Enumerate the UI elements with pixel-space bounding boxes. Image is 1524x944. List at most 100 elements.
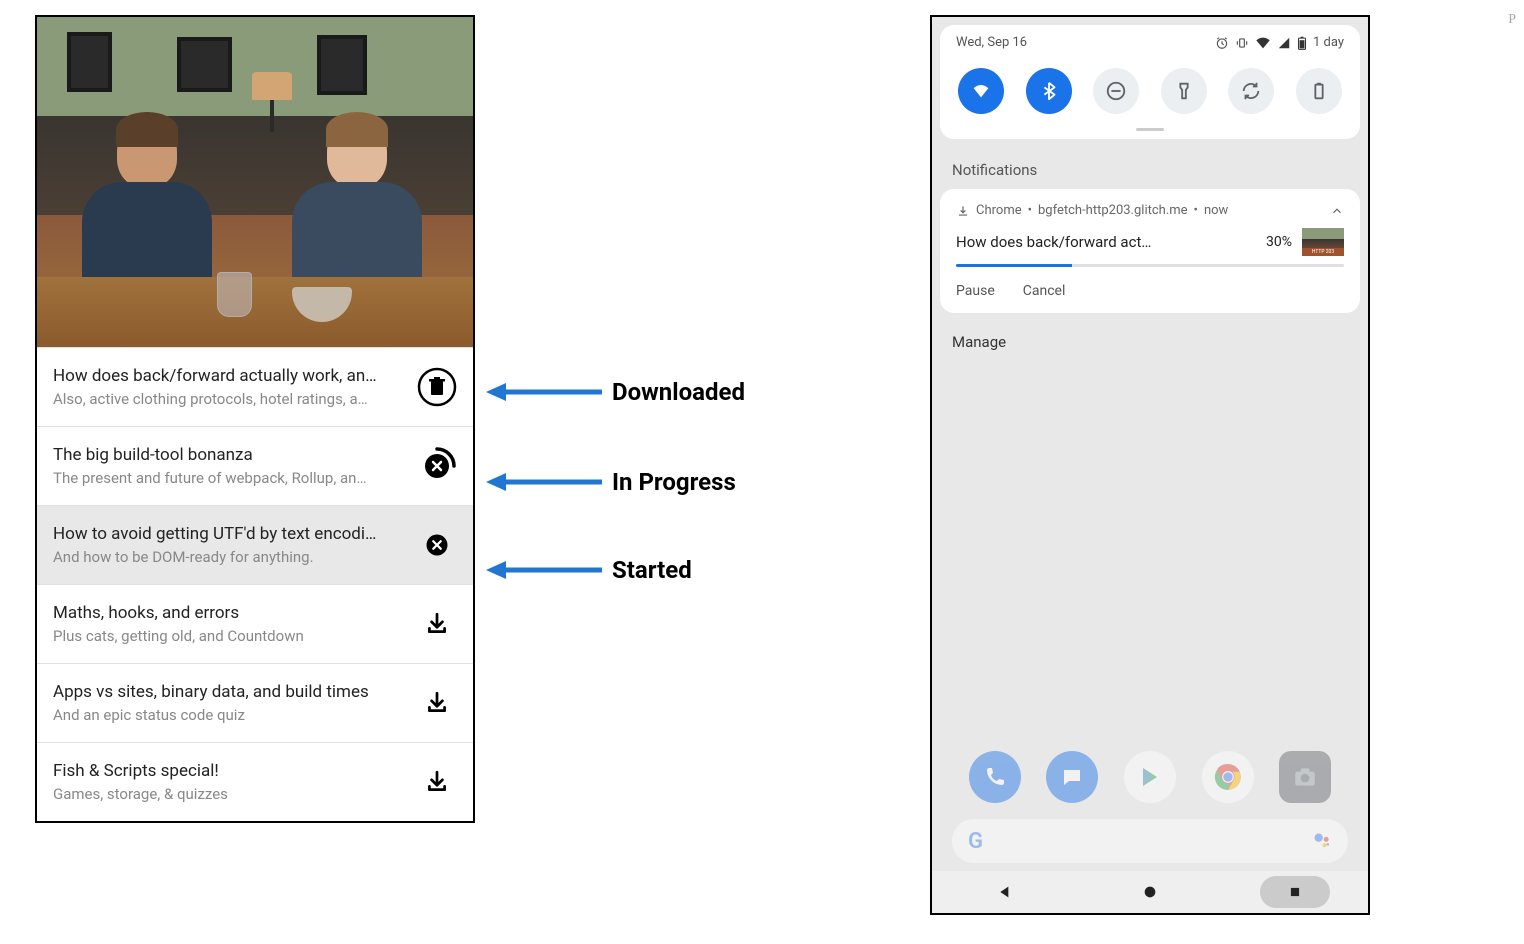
episode-title: How does back/forward actually work, an… (53, 366, 405, 386)
episode-subtitle: The present and future of webpack, Rollu… (53, 469, 405, 487)
cancel-download-button[interactable] (417, 525, 457, 565)
status-bar: Wed, Sep 16 1 day (956, 35, 1344, 50)
triangle-back-icon (997, 884, 1013, 900)
download-button[interactable] (417, 683, 457, 723)
pause-action[interactable]: Pause (956, 283, 995, 299)
messages-app-icon[interactable] (1046, 751, 1098, 803)
download-notification[interactable]: Chrome • bgfetch-http203.glitch.me • now… (940, 189, 1360, 313)
notification-percent: 30% (1266, 234, 1292, 250)
search-bar[interactable]: G (952, 819, 1348, 863)
download-icon (424, 611, 450, 637)
signal-icon (1277, 36, 1291, 50)
download-icon (424, 769, 450, 795)
phone-icon (983, 765, 1007, 789)
dnd-toggle[interactable] (1093, 68, 1139, 114)
episode-title: The big build-tool bonanza (53, 445, 405, 465)
episode-row[interactable]: Fish & Scripts special! Games, storage, … (37, 742, 473, 821)
wall-art-icon (177, 37, 232, 92)
square-recents-icon (1288, 885, 1302, 899)
wall-art-icon (317, 35, 367, 95)
chevron-up-icon[interactable] (1330, 204, 1344, 218)
annotation-label: Downloaded (612, 378, 745, 406)
battery-saver-toggle[interactable] (1296, 68, 1342, 114)
chrome-icon (1214, 763, 1242, 791)
annotation-downloaded: Downloaded (484, 378, 745, 406)
person-illustration (287, 117, 427, 297)
flashlight-icon (1173, 80, 1195, 102)
progress-fill (956, 264, 1072, 267)
bowl-icon (292, 287, 352, 322)
cancel-download-button[interactable] (417, 446, 457, 486)
google-g-icon: G (968, 829, 983, 854)
episode-subtitle: Also, active clothing protocols, hotel r… (53, 390, 405, 408)
episode-row[interactable]: Apps vs sites, binary data, and build ti… (37, 663, 473, 742)
cancel-icon (422, 530, 452, 560)
message-icon (1060, 765, 1084, 789)
wall-art-icon (67, 32, 112, 92)
cancel-action[interactable]: Cancel (1023, 283, 1066, 299)
episode-subtitle: Games, storage, & quizzes (53, 785, 405, 803)
annotation-label: Started (612, 556, 692, 584)
vibrate-icon (1235, 36, 1249, 50)
episode-row[interactable]: How does back/forward actually work, an…… (37, 347, 473, 426)
home-button[interactable] (1115, 876, 1185, 908)
progress-bar (956, 264, 1344, 267)
episode-row[interactable]: The big build-tool bonanza The present a… (37, 426, 473, 505)
episode-title: How to avoid getting UTF'd by text encod… (53, 524, 405, 544)
download-button[interactable] (417, 762, 457, 802)
separator-dot: • (1028, 203, 1032, 218)
annotation-in-progress: In Progress (484, 468, 736, 496)
progress-cancel-icon (417, 446, 457, 486)
person-illustration (77, 117, 217, 297)
episode-row[interactable]: Maths, hooks, and errors Plus cats, gett… (37, 584, 473, 663)
arrow-left-icon (484, 556, 604, 584)
arrow-left-icon (484, 468, 604, 496)
delete-download-button[interactable] (417, 367, 457, 407)
page-crop-indicator: P (1508, 12, 1516, 28)
episode-subtitle: And how to be DOM-ready for anything. (53, 548, 405, 566)
play-store-app-icon[interactable] (1124, 751, 1176, 803)
bluetooth-icon (1038, 80, 1060, 102)
drag-handle[interactable] (1136, 128, 1164, 131)
download-button[interactable] (417, 604, 457, 644)
episode-subtitle: Plus cats, getting old, and Countdown (53, 627, 405, 645)
battery-icon (1297, 36, 1307, 50)
wifi-icon (970, 80, 992, 102)
rotate-icon (1240, 80, 1262, 102)
episode-subtitle: And an epic status code quiz (53, 706, 405, 724)
android-screenshot-right: Wed, Sep 16 1 day (930, 15, 1370, 915)
notification-time: now (1204, 203, 1228, 218)
back-button[interactable] (970, 876, 1040, 908)
notifications-heading: Notifications (932, 147, 1368, 189)
manage-notifications-link[interactable]: Manage (932, 313, 1368, 371)
navigation-bar (932, 871, 1368, 913)
wifi-icon (1255, 36, 1271, 50)
rotation-toggle[interactable] (1228, 68, 1274, 114)
lamp-icon (252, 72, 292, 132)
quick-settings-panel: Wed, Sep 16 1 day (940, 25, 1360, 139)
alarm-icon (1215, 36, 1229, 50)
notification-app-name: Chrome (976, 203, 1022, 218)
separator-dot: • (1194, 203, 1198, 218)
table-illustration (37, 277, 473, 347)
episode-title: Apps vs sites, binary data, and build ti… (53, 682, 405, 702)
hero-video-thumbnail[interactable] (37, 17, 473, 347)
chrome-app-icon[interactable] (1202, 751, 1254, 803)
camera-icon (1292, 764, 1318, 790)
play-icon (1138, 765, 1162, 789)
phone-app-icon[interactable] (969, 751, 1021, 803)
status-date: Wed, Sep 16 (956, 35, 1027, 50)
episode-title: Fish & Scripts special! (53, 761, 405, 781)
battery-icon (1308, 80, 1330, 102)
battery-text: 1 day (1313, 35, 1344, 50)
episode-row[interactable]: How to avoid getting UTF'd by text encod… (37, 505, 473, 584)
app-screenshot-left: How does back/forward actually work, an…… (35, 15, 475, 823)
wifi-toggle[interactable] (958, 68, 1004, 114)
recents-button[interactable] (1260, 876, 1330, 908)
dnd-icon (1105, 80, 1127, 102)
camera-app-icon[interactable] (1279, 751, 1331, 803)
bluetooth-toggle[interactable] (1026, 68, 1072, 114)
flashlight-toggle[interactable] (1161, 68, 1207, 114)
episode-title: Maths, hooks, and errors (53, 603, 405, 623)
download-icon (956, 204, 970, 218)
